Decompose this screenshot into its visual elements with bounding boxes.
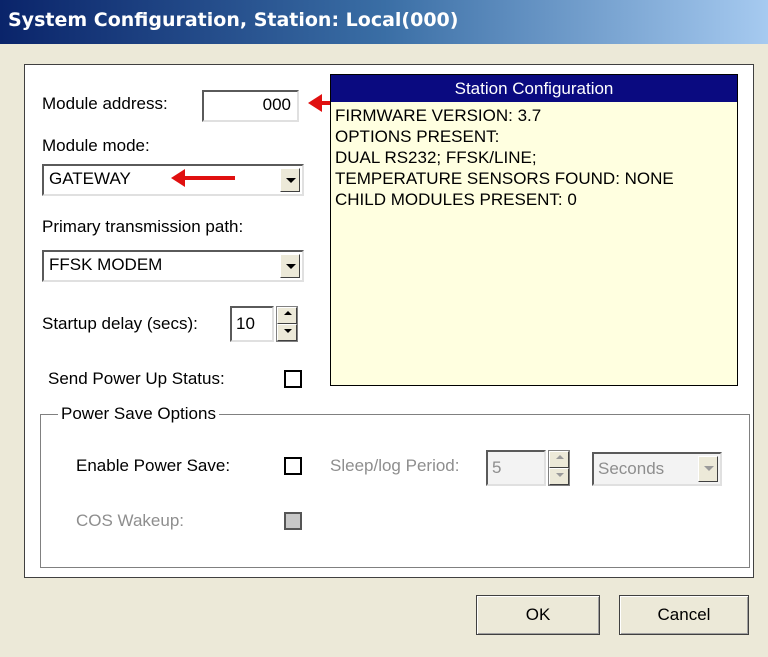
config-line: TEMPERATURE SENSORS FOUND: NONE: [335, 169, 674, 188]
spin-up-icon[interactable]: [549, 451, 569, 468]
spin-down-icon[interactable]: [277, 324, 297, 341]
chevron-down-icon[interactable]: [698, 456, 718, 482]
annotation-arrow-mode: [171, 169, 235, 187]
config-line: FIRMWARE VERSION: 3.7: [335, 106, 542, 125]
sleep-period-input[interactable]: 5: [486, 450, 546, 486]
cancel-button[interactable]: Cancel: [619, 595, 749, 635]
station-config-panel: Station Configuration FIRMWARE VERSION: …: [330, 74, 738, 386]
module-mode-value: GATEWAY: [49, 169, 131, 188]
spin-down-icon[interactable]: [549, 468, 569, 485]
title-bar[interactable]: System Configuration, Station: Local(000…: [0, 0, 768, 44]
cos-wakeup-checkbox[interactable]: [284, 512, 302, 530]
startup-delay-spinner[interactable]: [276, 306, 298, 342]
sleep-unit-value: Seconds: [598, 459, 665, 478]
ok-button[interactable]: OK: [476, 595, 600, 635]
cos-wakeup-label: COS Wakeup:: [76, 511, 185, 530]
config-line: DUAL RS232; FFSK/LINE;: [335, 148, 537, 167]
module-address-label: Module address:: [42, 94, 168, 113]
startup-delay-input[interactable]: 10: [230, 306, 274, 342]
config-line: CHILD MODULES PRESENT: 0: [335, 190, 577, 209]
primary-path-label: Primary transmission path:: [42, 217, 244, 236]
primary-path-value: FFSK MODEM: [49, 255, 163, 274]
chevron-down-icon[interactable]: [280, 168, 300, 192]
send-power-up-checkbox[interactable]: [284, 370, 302, 388]
station-config-title: Station Configuration: [331, 75, 737, 102]
sleep-period-value: 5: [492, 458, 502, 477]
module-address-input[interactable]: 000: [202, 90, 299, 122]
primary-path-select[interactable]: FFSK MODEM: [42, 250, 304, 282]
config-line: OPTIONS PRESENT:: [335, 127, 500, 146]
chevron-down-icon[interactable]: [280, 254, 300, 278]
module-address-value: 000: [262, 95, 291, 114]
window-title: System Configuration, Station: Local(000…: [8, 9, 459, 31]
send-power-up-label: Send Power Up Status:: [48, 369, 225, 388]
system-configuration-window: System Configuration, Station: Local(000…: [0, 0, 768, 657]
sleep-period-label: Sleep/log Period:: [330, 456, 460, 475]
sleep-unit-select[interactable]: Seconds: [592, 452, 722, 486]
spin-up-icon[interactable]: [277, 307, 297, 324]
startup-delay-value: 10: [236, 314, 255, 333]
power-save-title: Power Save Options: [58, 404, 219, 424]
enable-power-save-checkbox[interactable]: [284, 457, 302, 475]
sleep-period-spinner[interactable]: [548, 450, 570, 486]
startup-delay-label: Startup delay (secs):: [42, 314, 198, 333]
module-mode-label: Module mode:: [42, 136, 150, 155]
enable-power-save-label: Enable Power Save:: [76, 456, 231, 475]
power-save-group: [40, 414, 750, 568]
